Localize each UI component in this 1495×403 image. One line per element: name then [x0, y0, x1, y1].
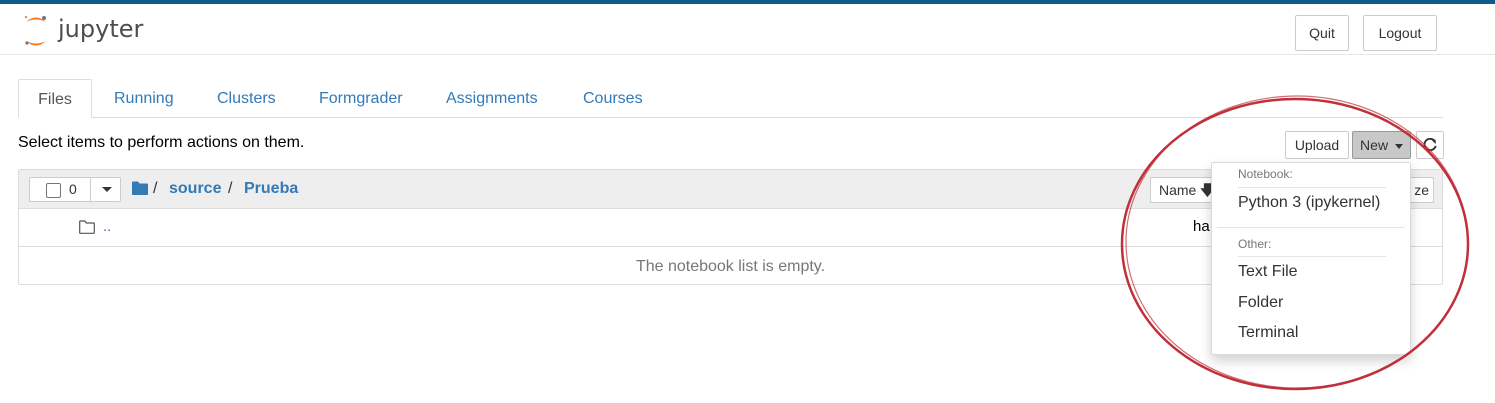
select-all-dropdown[interactable]: 0 [29, 177, 121, 202]
logo-text: jupyter [57, 15, 143, 43]
refresh-button[interactable] [1416, 131, 1444, 159]
tab-courses[interactable]: Courses [583, 79, 643, 117]
parent-directory-link[interactable]: .. [103, 218, 111, 235]
header-bar: jupyter Quit Logout [0, 4, 1495, 55]
menu-item-text-file[interactable]: Text File [1238, 263, 1298, 281]
tab-running[interactable]: Running [114, 79, 174, 117]
new-dropdown-menu: Notebook: Python 3 (ipykernel) Other: Te… [1211, 162, 1411, 355]
tab-clusters[interactable]: Clusters [217, 79, 276, 117]
select-divider [90, 178, 91, 201]
folder-outline-icon [79, 220, 95, 234]
sort-size-label: ze [1414, 182, 1429, 198]
select-all-checkbox[interactable] [46, 183, 61, 198]
jupyter-logo[interactable]: jupyter [22, 13, 162, 51]
menu-item-terminal[interactable]: Terminal [1238, 324, 1298, 342]
new-button-label: New [1360, 137, 1389, 153]
selection-hint: Select items to perform actions on them. [18, 134, 305, 151]
folder-icon[interactable] [132, 181, 148, 195]
refresh-icon [1423, 137, 1437, 152]
tab-assignments[interactable]: Assignments [446, 79, 538, 117]
tab-files[interactable]: Files [18, 79, 92, 118]
notebook-section-header: Notebook: [1238, 167, 1293, 181]
tab-formgrader[interactable]: Formgrader [319, 79, 403, 117]
last-modified: ha [1193, 218, 1210, 235]
upload-button[interactable]: Upload [1285, 131, 1349, 159]
caret-down-icon[interactable] [102, 187, 112, 192]
breadcrumb-separator: / [153, 180, 158, 197]
selected-count: 0 [69, 181, 77, 197]
caret-down-icon [1394, 143, 1403, 149]
logout-button[interactable]: Logout [1363, 15, 1437, 51]
menu-item-folder[interactable]: Folder [1238, 294, 1283, 312]
sort-name-label: Name [1159, 182, 1197, 198]
new-dropdown-button[interactable]: New [1352, 131, 1411, 159]
sort-by-name-button[interactable]: Name 🡇 [1150, 177, 1216, 203]
quit-button[interactable]: Quit [1295, 15, 1349, 51]
main-tabs: Files Running Clusters Formgrader Assign… [18, 79, 1443, 118]
menu-divider [1238, 187, 1386, 188]
breadcrumb-separator: / [228, 180, 233, 197]
breadcrumb-prueba[interactable]: Prueba [244, 180, 298, 198]
other-section-header: Other: [1238, 237, 1272, 251]
menu-divider [1217, 227, 1405, 228]
menu-item-python3[interactable]: Python 3 (ipykernel) [1238, 194, 1380, 212]
breadcrumb-source[interactable]: source [169, 180, 221, 198]
menu-divider [1238, 256, 1386, 257]
